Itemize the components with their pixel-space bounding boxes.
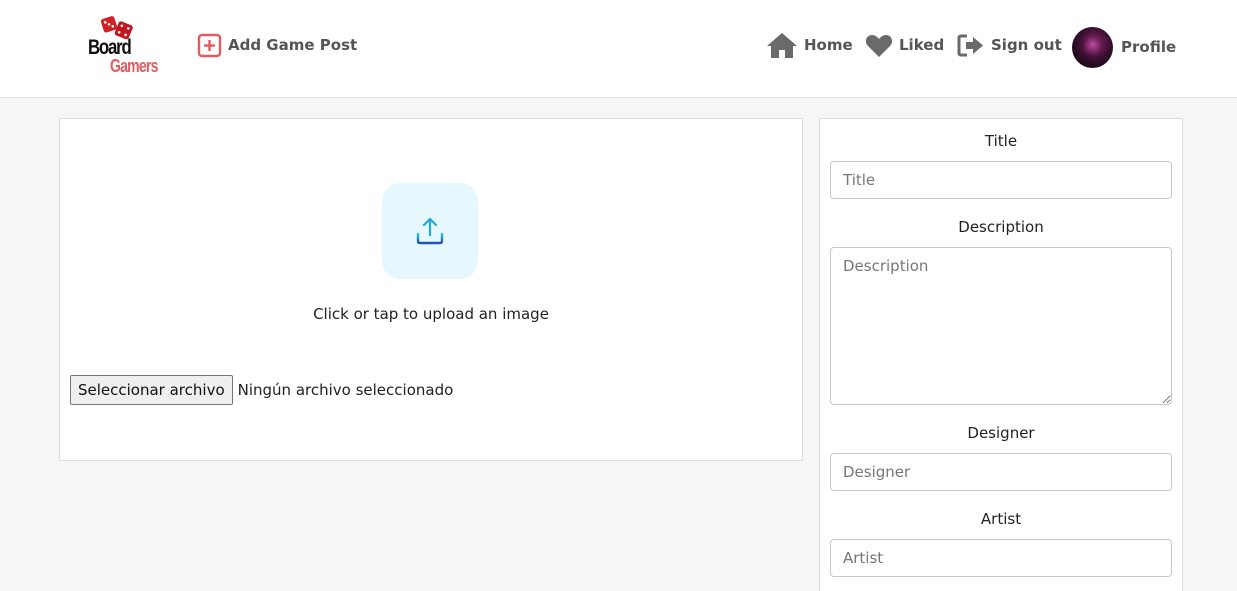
avatar [1072, 26, 1113, 68]
description-label: Description [958, 218, 1044, 236]
nav-liked-link[interactable]: Liked [865, 27, 944, 63]
upload-prompt: Click or tap to upload an image [313, 305, 549, 323]
upload-icon [416, 217, 444, 245]
title-label: Title [984, 132, 1018, 150]
nav-sign-out-link[interactable]: Sign out [957, 27, 1062, 63]
artist-label: Artist [980, 510, 1022, 528]
home-icon [766, 31, 798, 59]
plus-square-icon [197, 33, 222, 58]
title-input[interactable] [830, 161, 1172, 199]
upload-dropzone[interactable] [382, 183, 478, 279]
nav-sign-out-label: Sign out [991, 36, 1062, 54]
choose-file-button[interactable]: Seleccionar archivo [70, 375, 233, 405]
file-status-text: Ningún archivo seleccionado [237, 381, 454, 399]
designer-label: Designer [967, 424, 1035, 442]
board-gamers-logo[interactable]: Board Gamers [86, 14, 166, 78]
nav-home-link[interactable]: Home [766, 27, 853, 63]
navbar: Board Gamers Add Game Post Home Liked Si… [0, 0, 1237, 98]
nav-profile-link[interactable]: Profile [1072, 26, 1176, 68]
nav-liked-label: Liked [899, 36, 945, 54]
sign-out-icon [957, 33, 985, 58]
designer-input[interactable] [830, 453, 1172, 491]
add-game-post-label: Add Game Post [228, 36, 358, 54]
nav-home-label: Home [804, 36, 853, 54]
nav-profile-label: Profile [1121, 38, 1177, 56]
artist-input[interactable] [830, 539, 1172, 577]
heart-icon [865, 33, 893, 58]
image-upload-card: Click or tap to upload an image Seleccio… [59, 118, 803, 461]
post-details-form: Title Description Designer Artist [819, 118, 1183, 591]
file-input[interactable]: Seleccionar archivo Ningún archivo selec… [70, 375, 453, 405]
description-textarea[interactable] [830, 247, 1172, 405]
logo-word-gamers: Gamers [110, 56, 158, 76]
add-game-post-link[interactable]: Add Game Post [197, 27, 357, 63]
